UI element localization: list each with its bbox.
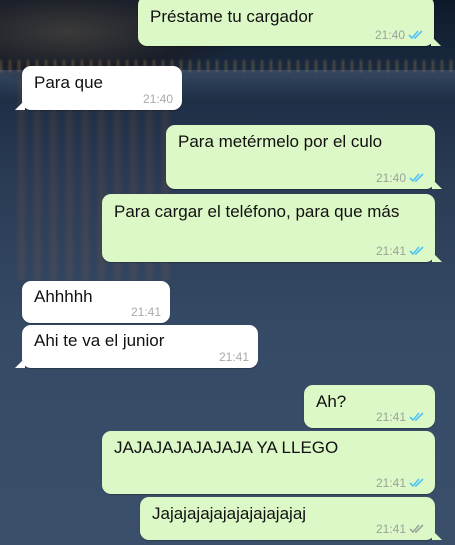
read-receipt-icon xyxy=(409,246,424,256)
read-receipt-icon xyxy=(408,30,423,40)
message-meta: 21:41 xyxy=(376,244,426,258)
delivered-receipt-icon xyxy=(409,524,424,534)
message-bubble-outgoing[interactable]: Para metérmelo por el culo 21:40 xyxy=(166,125,442,189)
message-meta: 21:41 xyxy=(376,522,426,536)
message-bubble-incoming[interactable]: Ahi te va el junior 21:41 xyxy=(15,325,258,368)
message-meta: 21:41 xyxy=(131,305,161,319)
message-bubble-outgoing[interactable]: Ah? 21:41 xyxy=(304,385,435,428)
message-meta: 21:41 xyxy=(219,350,249,364)
message-meta: 21:40 xyxy=(376,171,426,185)
message-time: 21:41 xyxy=(375,522,406,536)
message-text: JAJAJAJAJAJAJA YA LLEGO xyxy=(114,438,339,457)
message-bubble-incoming[interactable]: Para que 21:40 xyxy=(15,66,182,110)
message-time: 21:41 xyxy=(218,350,249,364)
message-text: Préstame tu cargador xyxy=(150,7,314,26)
message-meta: 21:41 xyxy=(376,476,426,490)
read-receipt-icon xyxy=(409,478,424,488)
message-time: 21:40 xyxy=(142,92,173,106)
read-receipt-icon xyxy=(409,173,424,183)
message-text: Ahi te va el junior xyxy=(34,331,165,350)
message-time: 21:40 xyxy=(375,171,406,185)
message-time: 21:41 xyxy=(130,305,161,319)
message-time: 21:40 xyxy=(374,28,405,42)
message-bubble-outgoing[interactable]: Jajajajajajajajajajajaj 21:41 xyxy=(140,497,442,540)
message-bubble-outgoing[interactable]: Préstame tu cargador 21:40 xyxy=(138,0,441,46)
message-text: Para cargar el teléfono, para que más xyxy=(114,202,400,221)
message-text: Para metérmelo por el culo xyxy=(178,132,383,151)
message-bubble-outgoing[interactable]: JAJAJAJAJAJAJA YA LLEGO 21:41 xyxy=(102,431,435,494)
read-receipt-icon xyxy=(409,412,424,422)
message-meta: 21:40 xyxy=(375,28,425,42)
message-time: 21:41 xyxy=(375,410,406,424)
message-time: 21:41 xyxy=(375,244,406,258)
message-bubble-outgoing[interactable]: Para cargar el teléfono, para que más 21… xyxy=(102,194,442,262)
message-meta: 21:40 xyxy=(143,92,173,106)
message-time: 21:41 xyxy=(375,476,406,490)
message-meta: 21:41 xyxy=(376,410,426,424)
message-bubble-incoming[interactable]: Ahhhhh 21:41 xyxy=(22,281,170,323)
